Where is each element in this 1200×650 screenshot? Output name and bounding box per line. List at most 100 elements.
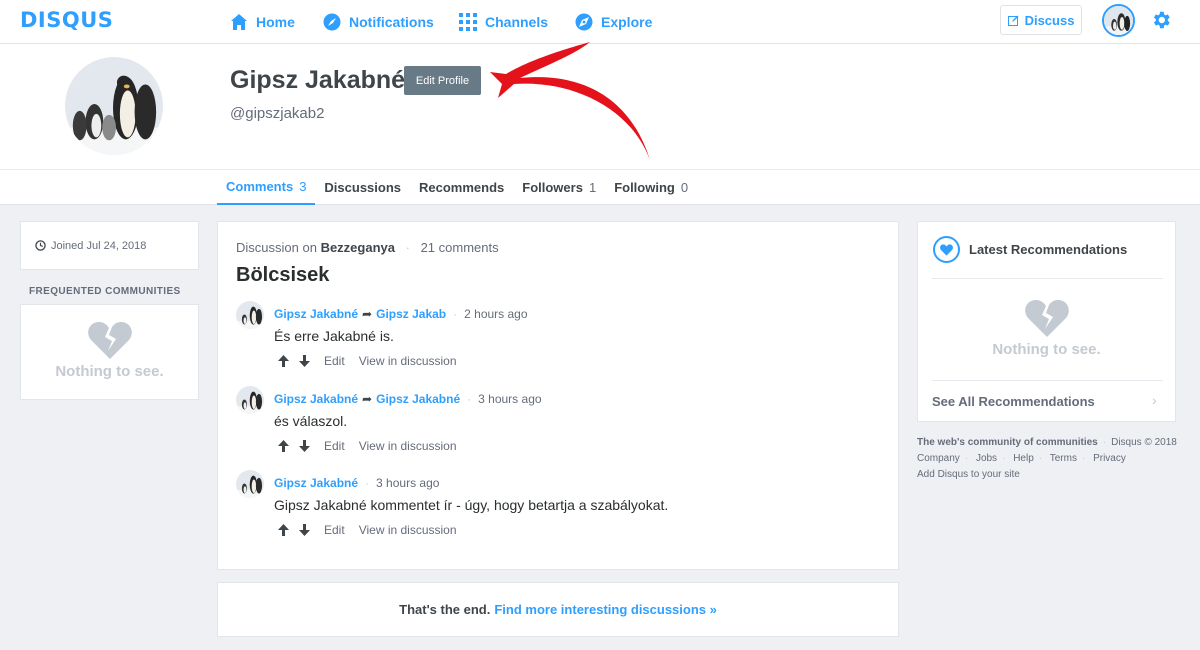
discuss-button-label: Discuss: [1024, 12, 1075, 28]
profile-handle: @gipszjakab2: [230, 105, 325, 122]
footer-link-help[interactable]: Help: [1013, 453, 1034, 464]
edit-link[interactable]: Edit: [324, 523, 345, 537]
nav-explore-label: Explore: [601, 14, 653, 30]
end-of-list-card: That's the end. Find more interesting di…: [217, 582, 899, 637]
downvote-icon[interactable]: [299, 524, 310, 536]
discussion-title[interactable]: Bölcsisek: [236, 264, 329, 287]
home-icon: [230, 13, 248, 31]
tab-followers[interactable]: Followers 1: [513, 170, 605, 205]
view-in-discussion-link[interactable]: View in discussion: [359, 439, 457, 453]
gear-icon[interactable]: [1150, 9, 1172, 36]
profile-header: Gipsz Jakabné Edit Profile @gipszjakab2 …: [0, 42, 1200, 205]
footer-tagline[interactable]: The web's community of communities: [917, 437, 1098, 448]
discuss-button[interactable]: Discuss: [1000, 5, 1082, 35]
comment-avatar[interactable]: [236, 386, 264, 414]
user-avatar[interactable]: [1102, 4, 1135, 37]
comment-text: és válaszol.: [274, 413, 348, 429]
discussion-card: Discussion on Bezzeganya · 21 comments B…: [217, 221, 899, 570]
recommendations-title: Latest Recommendations: [969, 242, 1128, 257]
downvote-icon[interactable]: [299, 440, 310, 452]
nav-channels-label: Channels: [485, 14, 549, 30]
tab-discussions[interactable]: Discussions: [315, 170, 410, 205]
community-link[interactable]: Bezzeganya: [321, 240, 395, 255]
red-arrow-annotation: [490, 42, 650, 160]
end-text: That's the end.: [399, 602, 491, 617]
compass-icon: [323, 13, 341, 31]
latest-recommendations-box: Latest Recommendations Nothing to see. S…: [917, 221, 1176, 422]
comment-time[interactable]: 3 hours ago: [478, 392, 541, 406]
disqus-logo[interactable]: DISQUS: [20, 8, 113, 32]
chevron-right-icon[interactable]: ›: [1152, 392, 1157, 408]
comments-count[interactable]: 21 comments: [421, 240, 499, 255]
joined-box: Joined Jul 24, 2018: [20, 221, 199, 270]
profile-name: Gipsz Jakabné: [230, 66, 406, 94]
edit-link[interactable]: Edit: [324, 354, 345, 368]
profile-avatar: [65, 57, 163, 155]
tab-comments-count: 3: [299, 179, 307, 194]
nav-notifications-label: Notifications: [349, 14, 434, 30]
footer-link-terms[interactable]: Terms: [1050, 453, 1077, 464]
joined-date: Joined Jul 24, 2018: [51, 239, 147, 252]
comment-time[interactable]: 3 hours ago: [376, 476, 439, 490]
footer-line-1: The web's community of communities · Disqu…: [917, 437, 1177, 448]
comment-reply-to[interactable]: Gipsz Jakab: [376, 307, 446, 321]
find-more-discussions-link[interactable]: Find more interesting discussions »: [494, 602, 717, 617]
footer-links: Company · Jobs · Help · Terms · Privacy: [917, 453, 1126, 464]
broken-heart-icon: [87, 321, 132, 364]
tab-following-label: Following: [614, 180, 675, 195]
profile-tabs: Comments 3 Discussions Recommends Follow…: [217, 170, 697, 205]
comment-reply-to[interactable]: Gipsz Jakabné: [376, 392, 460, 406]
tab-followers-count: 1: [588, 180, 597, 195]
view-in-discussion-link[interactable]: View in discussion: [359, 354, 457, 368]
see-all-recommendations-link[interactable]: See All Recommendations: [932, 394, 1095, 409]
comment-meta: Gipsz Jakabné · 3 hours ago: [274, 476, 440, 490]
view-in-discussion-link[interactable]: View in discussion: [359, 523, 457, 537]
explore-icon: [575, 13, 593, 31]
upvote-icon[interactable]: [278, 355, 289, 367]
frequented-communities-title: FREQUENTED COMMUNITIES: [29, 286, 181, 297]
discussion-prefix: Discussion on: [236, 240, 317, 255]
heart-icon: [933, 236, 960, 263]
pencil-icon: [1007, 15, 1019, 26]
upvote-icon[interactable]: [278, 440, 289, 452]
tab-followers-label: Followers: [522, 180, 583, 195]
footer-link-jobs[interactable]: Jobs: [976, 453, 997, 464]
footer-link-privacy[interactable]: Privacy: [1093, 453, 1126, 464]
comment-meta: Gipsz Jakabné ➦ Gipsz Jakabné · 3 hours ago: [274, 392, 542, 406]
tab-recommends[interactable]: Recommends: [410, 170, 513, 205]
grid-icon: [459, 13, 477, 31]
divider: [932, 278, 1163, 279]
downvote-icon[interactable]: [299, 355, 310, 367]
comment-actions: Edit View in discussion: [278, 354, 471, 368]
reply-arrow-icon: ➦: [362, 307, 373, 321]
broken-heart-icon: [1024, 299, 1069, 342]
comment-author[interactable]: Gipsz Jakabné: [274, 307, 358, 321]
discussion-header: Discussion on Bezzeganya · 21 comments: [236, 240, 499, 255]
edit-link[interactable]: Edit: [324, 439, 345, 453]
tab-comments[interactable]: Comments 3: [217, 170, 316, 205]
tab-comments-label: Comments: [226, 179, 294, 194]
reply-arrow-icon: ➦: [362, 392, 373, 406]
nav-notifications[interactable]: Notifications: [323, 0, 434, 44]
tab-following[interactable]: Following 0: [605, 170, 697, 205]
comment-author[interactable]: Gipsz Jakabné: [274, 476, 358, 490]
comment-time[interactable]: 2 hours ago: [464, 307, 527, 321]
comment-avatar[interactable]: [236, 301, 264, 329]
edit-profile-button[interactable]: Edit Profile: [404, 66, 481, 95]
comment-meta: Gipsz Jakabné ➦ Gipsz Jakab · 2 hours ago: [274, 307, 528, 321]
comment-actions: Edit View in discussion: [278, 439, 471, 453]
upvote-icon[interactable]: [278, 524, 289, 536]
comment-author[interactable]: Gipsz Jakabné: [274, 392, 358, 406]
frequented-communities-box: Nothing to see.: [20, 304, 199, 400]
nav-home-label: Home: [256, 14, 295, 30]
divider: [932, 380, 1163, 381]
comment-avatar[interactable]: [236, 470, 264, 498]
tab-following-count: 0: [680, 180, 689, 195]
footer-copyright: Disqus © 2018: [1111, 437, 1177, 448]
footer-add-disqus[interactable]: Add Disqus to your site: [917, 469, 1020, 480]
clock-icon: [35, 240, 46, 251]
nav-home[interactable]: Home: [230, 0, 295, 44]
empty-state-text: Nothing to see.: [992, 341, 1101, 358]
tab-discussions-label: Discussions: [324, 180, 402, 195]
footer-link-company[interactable]: Company: [917, 453, 960, 464]
